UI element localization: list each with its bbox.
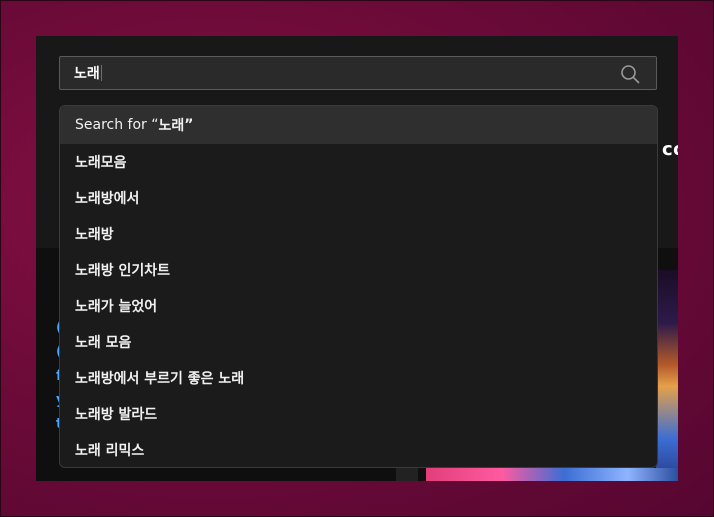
search-query-text: 노래 (74, 65, 102, 83)
search-suggestions-dropdown: Search for “노래” 노래모음 노래방에서 노래방 노래방 인기차트 … (59, 105, 658, 468)
background-thumbnail-edge (396, 468, 418, 481)
search-query-value: 노래 (74, 66, 100, 82)
background-thumbnail-strip (426, 468, 678, 481)
background-heading-fragment: co (662, 139, 678, 160)
search-for-query: 노래 (158, 118, 185, 134)
app-window: co ((fyt 노래 Search for “노래” 노래모음 노래방에서 노… (36, 36, 678, 481)
suggestion-item[interactable]: 노래모음 (60, 144, 657, 180)
suggestion-item[interactable]: 노래 리믹스 (60, 432, 657, 467)
search-input[interactable]: 노래 (59, 56, 657, 90)
suggestion-item[interactable]: 노래방에서 (60, 180, 657, 216)
search-for-option[interactable]: Search for “노래” (60, 106, 657, 144)
suggestion-item[interactable]: 노래방에서 부르기 좋은 노래 (60, 360, 657, 396)
search-for-suffix: ” (184, 117, 194, 133)
search-icon[interactable] (620, 64, 640, 84)
suggestion-item[interactable]: 노래가 늘었어 (60, 288, 657, 324)
suggestion-item[interactable]: 노래방 발라드 (60, 396, 657, 432)
background-thumbnail (656, 270, 678, 481)
suggestion-item[interactable]: 노래방 (60, 216, 657, 252)
suggestion-item[interactable]: 노래방 인기차트 (60, 252, 657, 288)
suggestion-item[interactable]: 노래 모음 (60, 324, 657, 360)
search-for-prefix: Search for “ (75, 117, 159, 133)
text-caret (100, 65, 102, 81)
